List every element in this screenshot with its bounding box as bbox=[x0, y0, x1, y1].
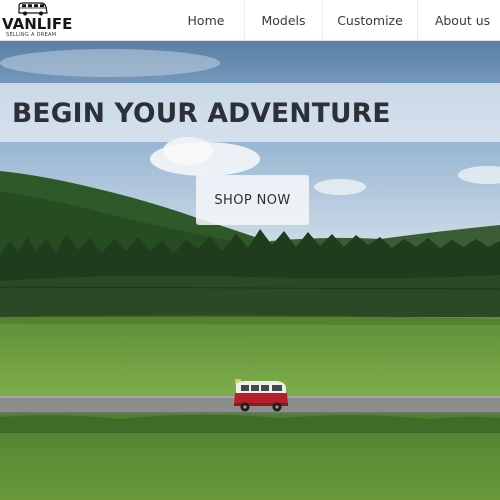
nav-home[interactable]: Home bbox=[168, 0, 244, 40]
hero-banner: BEGIN YOUR ADVENTURE SHOP NOW bbox=[0, 41, 500, 500]
hero-headline: BEGIN YOUR ADVENTURE bbox=[12, 98, 391, 129]
nav-models[interactable]: Models bbox=[244, 0, 322, 40]
van-logo-icon bbox=[18, 2, 48, 16]
brand-name: VANLIFE bbox=[2, 15, 73, 33]
nav-customize[interactable]: Customize bbox=[322, 0, 417, 40]
nav-about-us[interactable]: About us bbox=[417, 0, 500, 40]
brand-logo[interactable]: VANLIFE SELLING A DREAM bbox=[0, 2, 73, 39]
brand-tagline: SELLING A DREAM bbox=[6, 32, 57, 38]
shop-now-button[interactable]: SHOP NOW bbox=[196, 175, 309, 225]
camper-van-icon bbox=[234, 379, 288, 412]
top-navbar: VANLIFE SELLING A DREAM Home Models Cust… bbox=[0, 0, 500, 41]
